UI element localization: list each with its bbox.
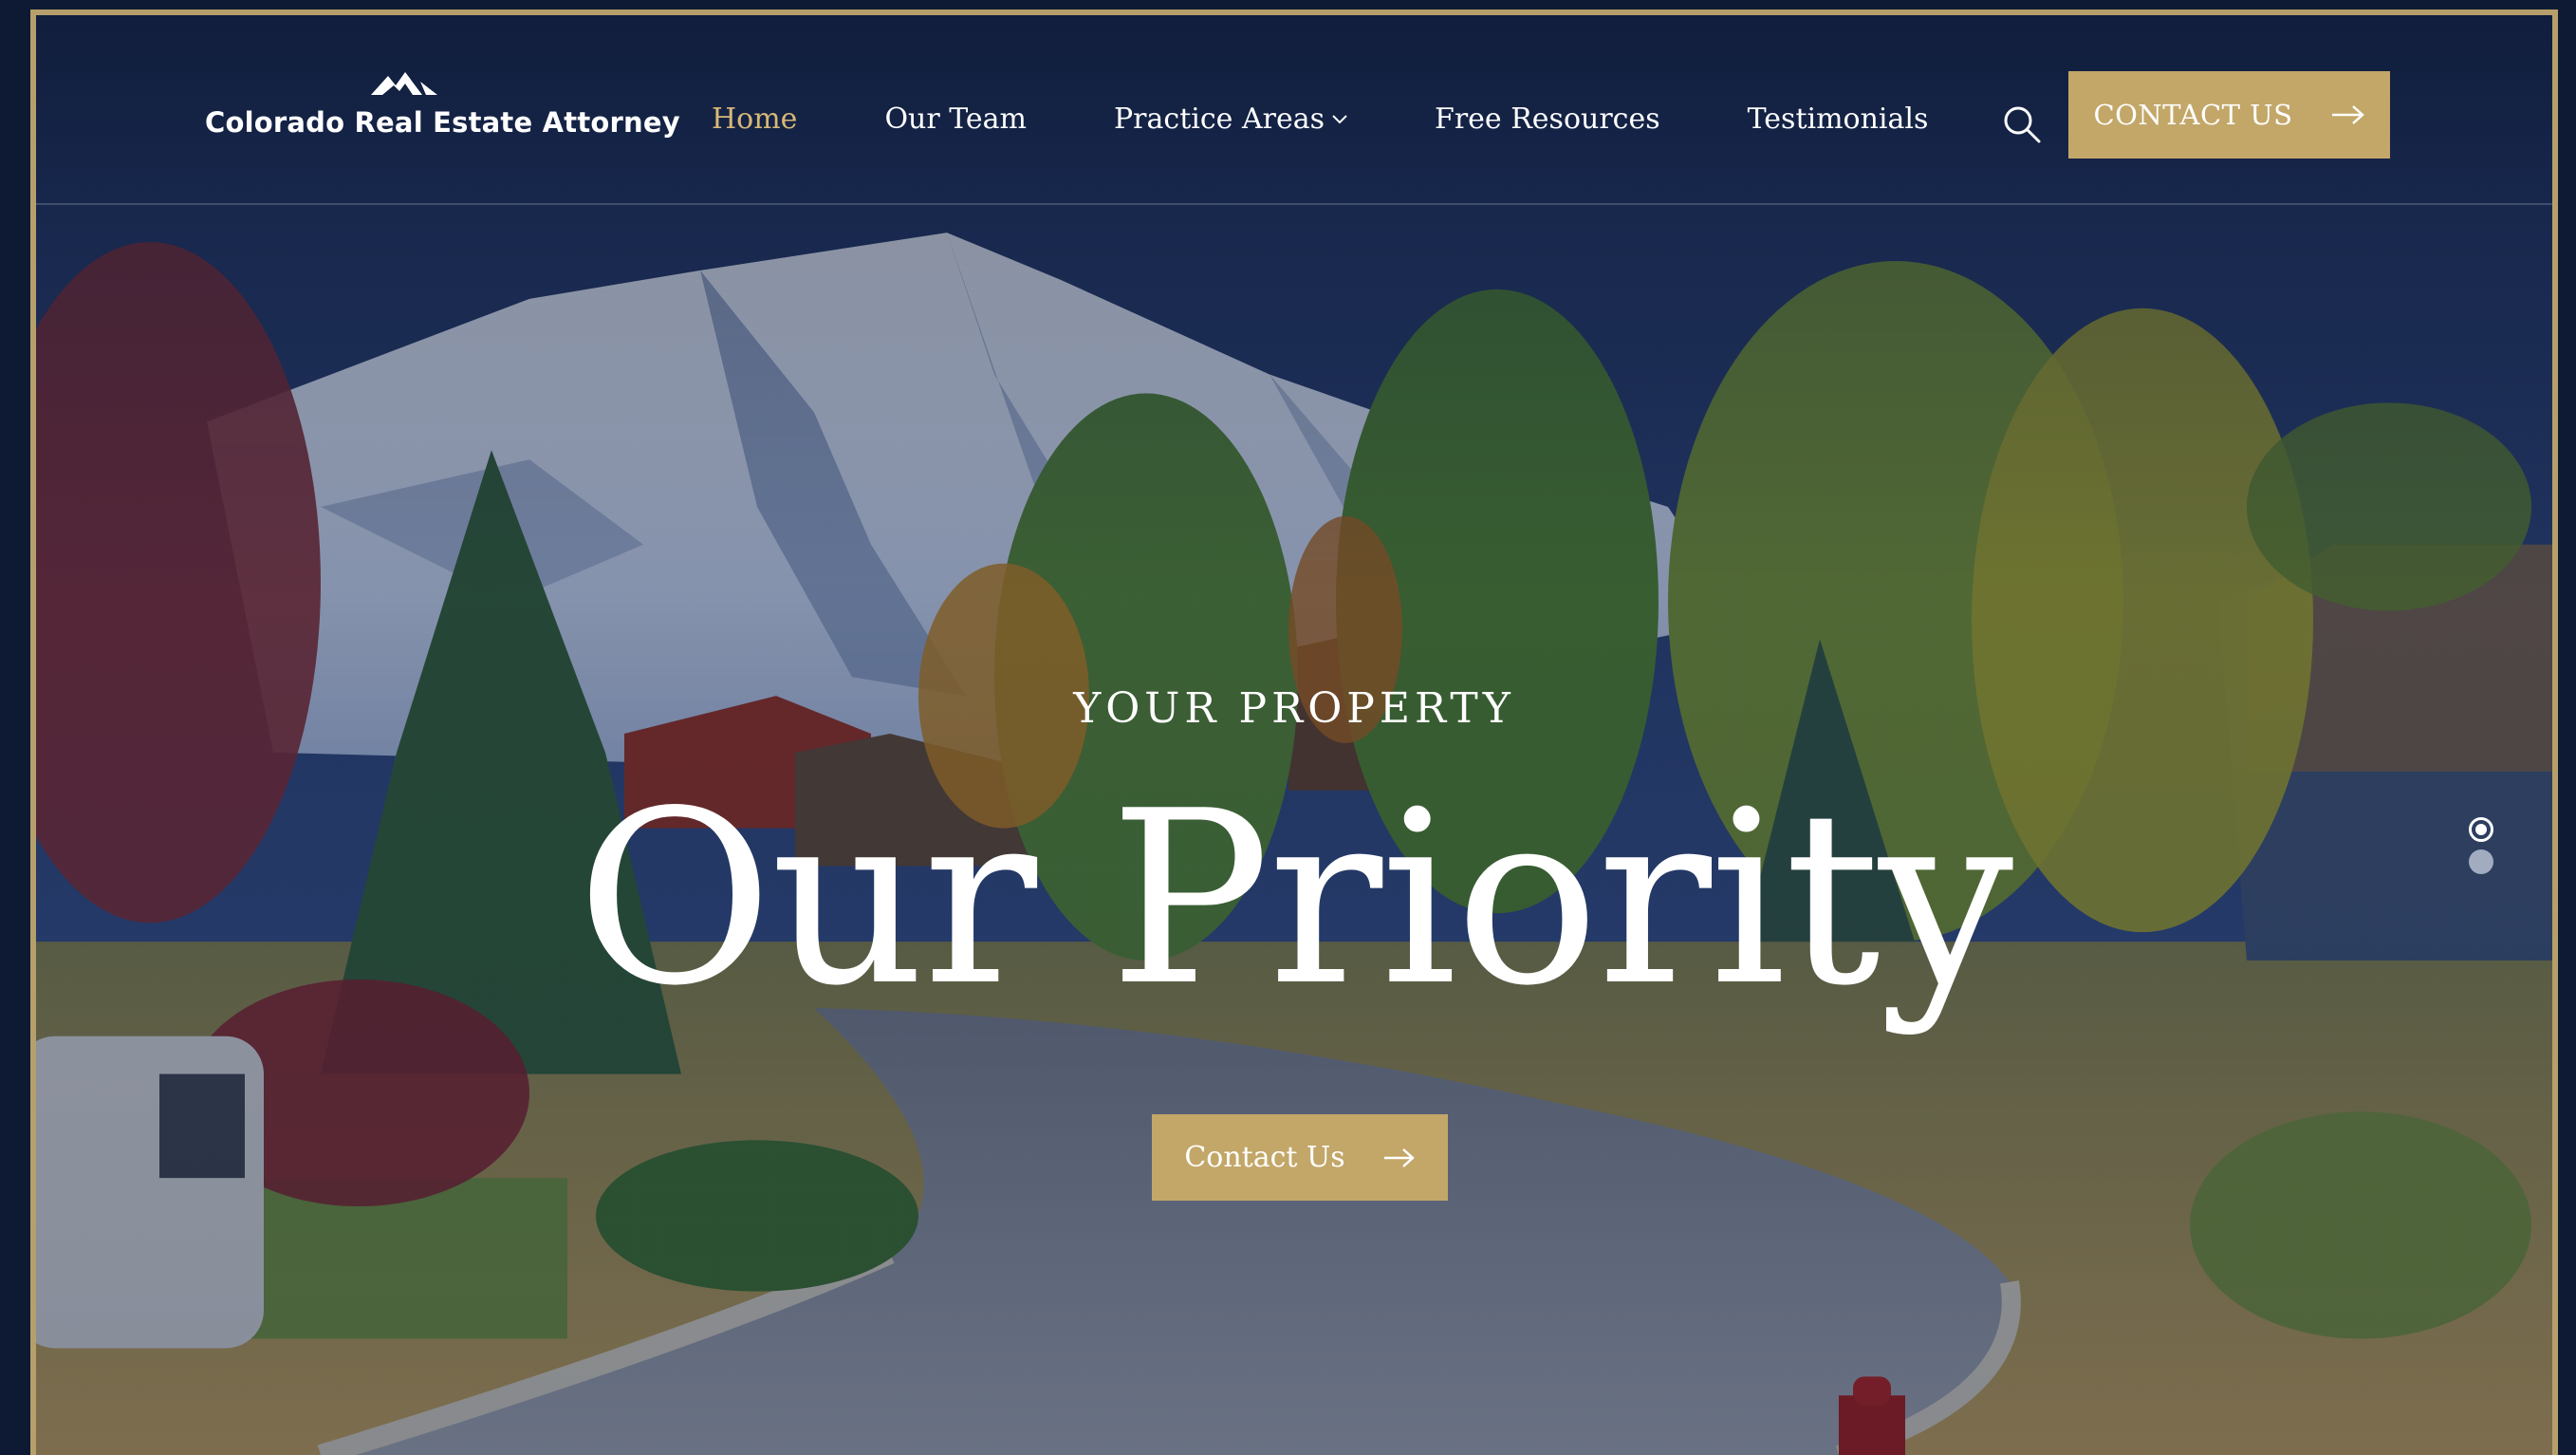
site-logo[interactable]: Colorado Real Estate Attorney [205, 70, 680, 139]
contact-us-header-button[interactable]: CONTACT US [2068, 71, 2390, 159]
slide-dot-2[interactable] [2469, 849, 2493, 874]
hero-headline: Our Priority [576, 760, 2014, 1038]
page-frame: Colorado Real Estate Attorney Home Our T… [30, 9, 2558, 1455]
search-button[interactable] [2002, 104, 2042, 144]
main-nav: Home Our Team Practice Areas Free Resour… [712, 103, 2015, 136]
site-header: Colorado Real Estate Attorney Home Our T… [36, 15, 2552, 205]
chevron-down-icon [1332, 114, 1347, 123]
nav-item-our-team[interactable]: Our Team [884, 103, 1027, 136]
search-icon [2004, 106, 2041, 143]
mountain-logo-icon [371, 72, 437, 95]
contact-us-hero-button[interactable]: Contact Us [1152, 1114, 1448, 1201]
contact-us-header-label: CONTACT US [2093, 99, 2293, 131]
contact-us-hero-label: Contact Us [1184, 1141, 1345, 1174]
hero-background-image [36, 15, 2552, 1455]
nav-item-label: Testimonials [1747, 103, 1929, 136]
nav-item-label: Practice Areas [1114, 103, 1325, 136]
nav-item-label: Our Team [884, 103, 1027, 136]
arrow-right-icon [1383, 1147, 1415, 1167]
nav-item-practice-areas[interactable]: Practice Areas [1114, 103, 1347, 136]
nav-item-free-resources[interactable]: Free Resources [1435, 103, 1660, 136]
slider-pagination [2469, 817, 2493, 874]
slide-dot-1[interactable] [2469, 817, 2493, 842]
logo-text: Colorado Real Estate Attorney [205, 106, 680, 139]
hero-eyebrow: YOUR PROPERTY [1073, 684, 1515, 733]
nav-item-home[interactable]: Home [712, 103, 797, 136]
arrow-right-icon [2331, 105, 2364, 124]
nav-item-label: Free Resources [1435, 103, 1660, 136]
nav-item-testimonials[interactable]: Testimonials [1748, 103, 1929, 136]
nav-item-label: Home [712, 103, 798, 136]
